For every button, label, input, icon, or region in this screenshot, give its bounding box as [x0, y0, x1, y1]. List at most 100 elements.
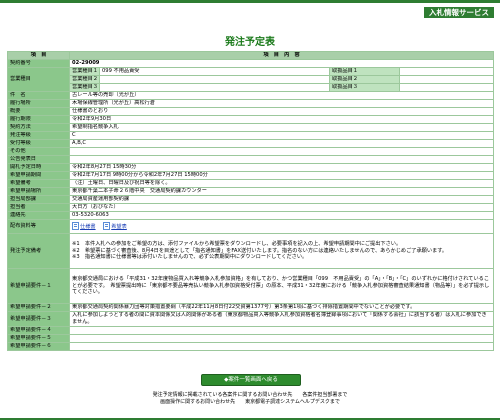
table-row: 担当局部課 交通局資産運用部契約課 — [7, 195, 495, 204]
table-row: 希望申請期間 令和2年7月17日 9時00分から令和2年7月27日 15時00分 — [7, 171, 495, 180]
table-row: 履行期限 令和2年9月30日 — [7, 115, 495, 124]
table-row: 概要 仕様書のとおり — [7, 107, 495, 116]
table-row: 公告発表日 — [7, 155, 495, 164]
table-row: 契約番号 02-29009 — [7, 59, 495, 68]
return-to-list-button[interactable]: ◆案件一覧画面へ戻る — [201, 374, 301, 386]
request-form-link[interactable]: 希望表 — [111, 224, 127, 230]
method-label: 契約方法 — [7, 123, 70, 132]
table-row: 希望備考 （注）土曜日、日曜日及び祝日等を除く。 — [7, 179, 495, 188]
col-header-item: 項 目 — [7, 51, 70, 60]
order-schedule-table: 項 目 項 目 内 容 契約番号 02-29009 営業種目 営業種目１ 099… — [7, 51, 495, 351]
table-row: 希望申請要件－２ 東京都交通局契約関係暴力団等対策措置要綱（平成22年11月8日… — [7, 303, 495, 312]
handling-item-1-value — [398, 67, 495, 76]
req3-value: 入札に参加しようとする者の間に資本関係又は人的関係がある者（東京都物品買入等競争… — [68, 311, 495, 327]
apply-remark-value: （注）土曜日、日曜日及び祝日等を除く。 — [68, 179, 495, 188]
contract-no-value: 02-29009 — [68, 59, 495, 68]
open-date-label: 開札予定日時 — [7, 163, 70, 172]
business-type-1-value: 099 不用品賣受 — [99, 67, 330, 76]
file-icon — [103, 222, 111, 231]
other-label: その他 — [7, 147, 70, 156]
req5-value — [68, 334, 495, 343]
dept-label: 担当局部課 — [7, 195, 70, 204]
req4-label: 希望申請要件－４ — [7, 326, 70, 335]
publish-date-value — [68, 155, 495, 164]
table-row: 希望申請要件－１ 東京都交通局における「平成31・32年度物品買入れ等競争入札参… — [7, 268, 495, 304]
table-row: 開札予定日時 令和2年8月27日 15時30分 — [7, 163, 495, 172]
req1-value: 東京都交通局における「平成31・32年度物品買入れ等競争入札参加資格」を有してお… — [68, 268, 495, 304]
subject-value: 古レール等の売却（光が丘） — [68, 91, 495, 100]
business-type-2-value — [99, 75, 330, 84]
note-1: ※1 本件入札への参加をご希望の方は、添付ファイルから希望票をダウンロードし、必… — [72, 241, 402, 248]
apply-window-value: 東京都千葉二本子命２６階中央 交通局契約課カウンター — [68, 187, 495, 196]
table-row: 希望申請要件－４ — [7, 326, 495, 335]
order-grade-label: 発注等級 — [7, 131, 70, 140]
col-header-content: 項 目 内 容 — [68, 51, 495, 60]
table-row: 希望申請要件－６ — [7, 342, 495, 351]
spec-doc-link[interactable]: 仕様書 — [80, 224, 96, 230]
period-label: 履行期限 — [7, 115, 70, 124]
table-row: 連絡先 03-5320-6063 — [7, 211, 495, 220]
accept-grade-value: A,B,C — [68, 139, 495, 148]
contact-label: 連絡先 — [7, 211, 70, 220]
docs-value: 仕様書 希望表 — [68, 219, 495, 234]
publish-date-label: 公告発表日 — [7, 155, 70, 164]
business-type-1-label: 営業種目１ — [69, 67, 100, 76]
table-row: 発注等級 C — [7, 131, 495, 140]
place-value: 木場保線管理所（光が丘）高松行倉 — [68, 99, 495, 108]
business-type-label: 営業種目 — [7, 67, 70, 92]
schedule-notes-label: 発注予定備考 — [7, 233, 70, 269]
file-icon — [72, 222, 79, 231]
table-row: 営業種目 営業種目１ 099 不用品賣受 取扱品目１ — [7, 67, 495, 92]
footer: 発注予定情報に掲載されている各案件に関するお問い合わせ先 各案件担当部署まで 画… — [0, 392, 500, 406]
other-value — [68, 147, 495, 156]
table-row: 配布資料等 仕様書 希望表 — [7, 219, 495, 234]
period-value: 令和2年9月30日 — [68, 115, 495, 124]
business-type-2-label: 営業種目２ — [69, 75, 100, 84]
apply-period-label: 希望申請期間 — [7, 171, 70, 180]
summary-value: 仕様書のとおり — [68, 107, 495, 116]
service-label[interactable]: 入札情報サービス — [424, 7, 494, 18]
footer-helpdesk-line: 画面操作に関するお問い合わせ先 東京都電子調達システムヘルプデスクまで — [160, 399, 340, 405]
header-bar: 入札情報サービス — [0, 0, 500, 26]
table-row: 希望申請場所 東京都千葉二本子命２６階中央 交通局契約課カウンター — [7, 187, 495, 196]
apply-window-label: 希望申請場所 — [7, 187, 70, 196]
page-title: 発注予定表 — [225, 37, 275, 48]
order-grade-value: C — [68, 131, 495, 140]
footer-contact-line: 発注予定情報に掲載されている各案件に関するお問い合わせ先 各案件担当部署まで — [152, 392, 348, 398]
open-date-value: 令和2年8月27日 15時30分 — [68, 163, 495, 172]
table-row: 営業種目３ 取扱品目３ — [8, 83, 495, 92]
req2-value: 東京都交通局契約関係暴力団等対策措置要綱（平成22年11月8日付22交資第137… — [68, 303, 495, 312]
business-type-3-value — [99, 83, 330, 92]
handling-item-1-label: 取扱品目１ — [329, 67, 400, 76]
summary-label: 概要 — [7, 107, 70, 116]
contact-value: 03-5320-6063 — [68, 211, 495, 220]
table-row: 件 名 古レール等の売却（光が丘） — [7, 91, 495, 100]
table-header-row: 項 目 項 目 内 容 — [7, 51, 495, 60]
table-row: 希望申請要件－５ — [7, 334, 495, 343]
table-row: 希望申請要件－３ 入札に参加しようとする者の間に資本関係又は人的関係がある者（東… — [7, 311, 495, 327]
req3-label: 希望申請要件－３ — [7, 311, 70, 327]
dept-value: 交通局資産運用部契約課 — [68, 195, 495, 204]
table-row: 営業種目２ 取扱品目２ — [8, 75, 495, 84]
person-value: 大日方（おびなた） — [68, 203, 495, 212]
person-label: 担当者 — [7, 203, 70, 212]
table-row: 履行場所 木場保線管理所（光が丘）高松行倉 — [7, 99, 495, 108]
method-value: 希望制指名競争入札 — [68, 123, 495, 132]
req5-label: 希望申請要件－５ — [7, 334, 70, 343]
table-row: 担当者 大日方（おびなた） — [7, 203, 495, 212]
table-row: その他 — [7, 147, 495, 156]
handling-item-3-value — [398, 83, 495, 92]
handling-item-2-value — [398, 75, 495, 84]
docs-label: 配布資料等 — [7, 219, 70, 234]
table-row: 契約方法 希望制指名競争入札 — [7, 123, 495, 132]
req6-label: 希望申請要件－６ — [7, 342, 70, 351]
handling-item-3-label: 取扱品目３ — [329, 83, 400, 92]
req4-value — [68, 326, 495, 335]
handling-item-2-label: 取扱品目２ — [329, 75, 400, 84]
apply-period-value: 令和2年7月17日 9時00分から令和2年7月27日 15時00分 — [68, 171, 495, 180]
req6-value — [68, 342, 495, 351]
req1-label: 希望申請要件－１ — [7, 268, 70, 304]
schedule-notes-value: ※1 本件入札への参加をご希望の方は、添付ファイルから希望票をダウンロードし、必… — [68, 233, 495, 269]
subject-label: 件 名 — [7, 91, 70, 100]
req2-label: 希望申請要件－２ — [7, 303, 70, 312]
